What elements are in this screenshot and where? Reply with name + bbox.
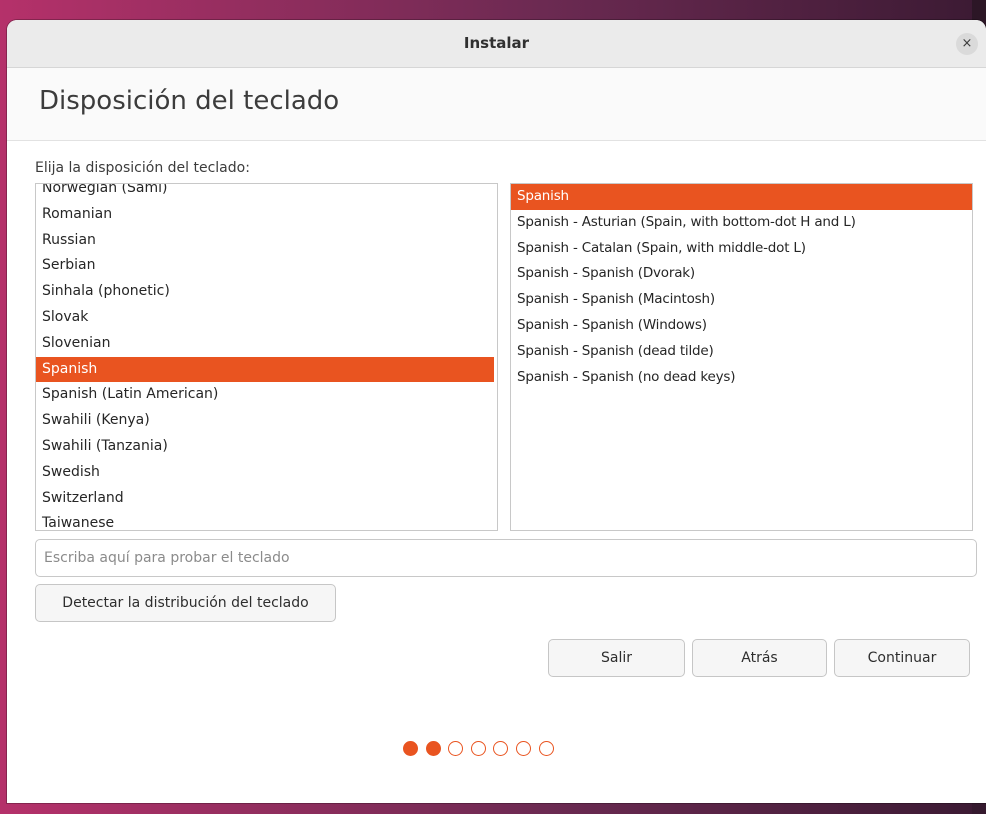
title-bar: Instalar × [7, 20, 986, 68]
layout-list-item[interactable]: Taiwanese [36, 511, 494, 530]
window-title: Instalar [463, 34, 530, 52]
layout-list-item-selected[interactable]: Spanish [36, 356, 494, 383]
keyboard-layout-list-content: Norwegian (Sami) Romanian Russian Serbian Si… [36, 184, 497, 530]
step-progress-indicator [403, 741, 554, 759]
step-dot-pending [448, 741, 464, 756]
layout-list-item[interactable]: Slovak [36, 305, 494, 331]
variant-list-item[interactable]: Spanish - Spanish (dead tilde) [511, 339, 972, 365]
page-header: Disposición del teclado [7, 68, 986, 141]
layout-list-item[interactable]: Norwegian (Sami) [36, 184, 494, 202]
keyboard-variant-list-content: Spanish Spanish - Asturian (Spain, with b… [511, 184, 972, 390]
step-dot-complete [425, 741, 441, 756]
keyboard-layout-list[interactable]: Norwegian (Sami) Romanian Russian Serbian Si… [35, 183, 498, 531]
layout-list-item[interactable]: Swahili (Tanzania) [36, 434, 494, 460]
variant-list-item-selected[interactable]: Spanish [511, 184, 972, 210]
layout-list-item[interactable]: Romanian [36, 202, 494, 228]
page-title: Disposición del teclado [39, 86, 340, 116]
continue-button[interactable]: Continuar [834, 639, 970, 677]
layout-list-item[interactable]: Swahili (Kenya) [36, 408, 494, 434]
variant-list-item[interactable]: Spanish - Catalan (Spain, with middle-do… [511, 236, 972, 262]
layout-list-item[interactable]: Spanish (Latin American) [36, 382, 494, 408]
step-dot-complete [403, 741, 418, 756]
layout-list-item[interactable]: Swedish [36, 460, 494, 486]
close-icon: × [961, 36, 973, 51]
layout-list-item[interactable]: Serbian [36, 253, 494, 279]
layout-prompt-label: Elija la disposición del teclado: [35, 160, 250, 176]
installer-window: Instalar × Disposición del teclado Elija… [7, 20, 986, 803]
layout-list-item[interactable]: Switzerland [36, 486, 494, 512]
variant-list-item[interactable]: Spanish - Spanish (Windows) [511, 313, 972, 339]
step-dot-pending [515, 741, 531, 756]
close-button[interactable]: × [956, 33, 978, 55]
variant-list-item[interactable]: Spanish - Spanish (Macintosh) [511, 287, 972, 313]
step-dot-pending [493, 741, 509, 756]
variant-list-item[interactable]: Spanish - Spanish (no dead keys) [511, 365, 972, 391]
detect-layout-button[interactable]: Detectar la distribución del teclado [35, 584, 336, 622]
variant-list-item[interactable]: Spanish - Asturian (Spain, with bottom-d… [511, 210, 972, 236]
layout-list-item[interactable]: Sinhala (phonetic) [36, 279, 494, 305]
step-dot-pending [538, 741, 554, 756]
keyboard-test-input[interactable] [35, 539, 977, 577]
layout-list-item[interactable]: Slovenian [36, 331, 494, 357]
layout-list-item[interactable]: Russian [36, 228, 494, 254]
keyboard-variant-list[interactable]: Spanish Spanish - Asturian (Spain, with b… [510, 183, 973, 531]
quit-button[interactable]: Salir [548, 639, 685, 677]
step-dot-pending [470, 741, 486, 756]
back-button[interactable]: Atrás [692, 639, 827, 677]
variant-list-item[interactable]: Spanish - Spanish (Dvorak) [511, 261, 972, 287]
